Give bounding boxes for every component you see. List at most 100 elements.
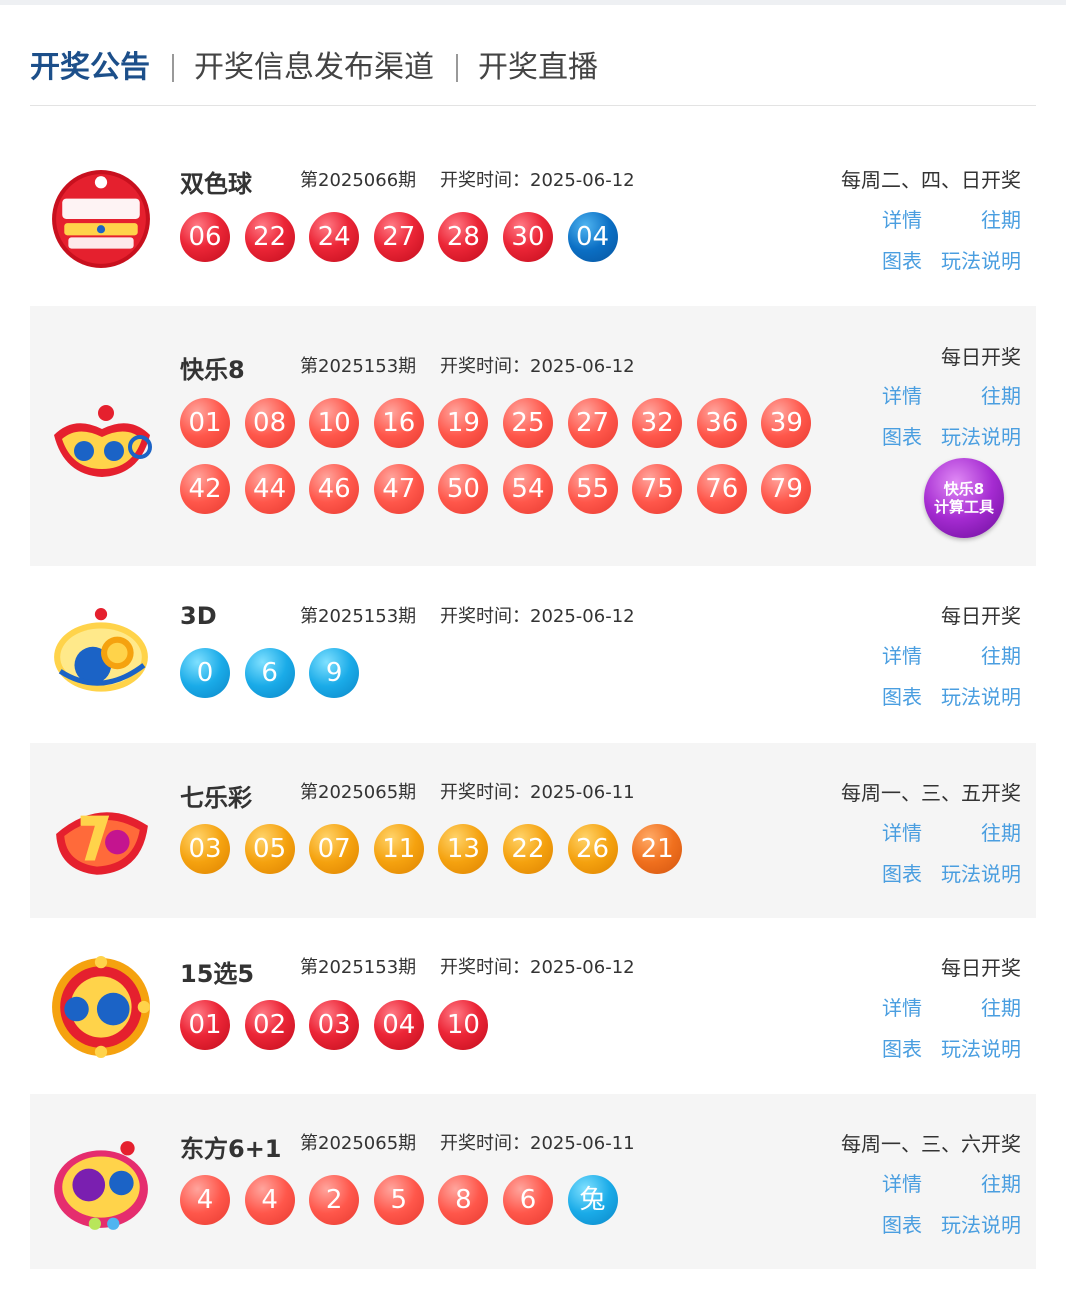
lottery-ball: 04 xyxy=(373,1000,424,1050)
rules-link[interactable]: 玩法说明 xyxy=(941,858,1021,887)
draw-time: 开奖时间：2025-06-12 xyxy=(440,606,635,627)
lottery-ball: 39 xyxy=(761,398,812,448)
detail-link[interactable]: 详情 xyxy=(882,380,922,409)
lottery-ball: 05 xyxy=(244,824,295,874)
lottery-card-15x5: 15选5 第2025153期 开奖时间：2025-06-12 01 02 03 04 1… xyxy=(30,918,1036,1094)
tab-release-channels[interactable]: 开奖信息发布渠道 xyxy=(194,46,434,90)
lottery-ball: 22 xyxy=(502,824,553,874)
lottery-name: 东方6+1 xyxy=(180,1135,282,1163)
history-link[interactable]: 往期 xyxy=(981,640,1021,669)
detail-link[interactable]: 详情 xyxy=(882,640,922,669)
detail-link[interactable]: 详情 xyxy=(882,1168,922,1197)
history-link[interactable]: 往期 xyxy=(981,992,1021,1021)
draw-schedule: 每日开奖 xyxy=(941,956,1021,980)
tab-live-draw[interactable]: 开奖直播 xyxy=(478,46,598,90)
lottery-ball: 4 xyxy=(180,1175,230,1225)
lottery-card-qlc: 七乐彩 第2025065期 开奖时间：2025-06-11 03 05 07 11 13… xyxy=(30,743,1036,918)
lottery-ball: 76 xyxy=(696,464,747,514)
lottery-ball: 19 xyxy=(438,398,489,448)
ball-list: 06 22 24 27 28 30 04 xyxy=(180,212,632,262)
lottery-ball: 55 xyxy=(567,464,618,514)
history-link[interactable]: 往期 xyxy=(981,204,1021,233)
ball-list: 03 05 07 11 13 22 26 21 xyxy=(180,824,697,874)
chart-link[interactable]: 图表 xyxy=(882,421,922,450)
lottery-ball: 2 xyxy=(309,1175,360,1225)
rules-link[interactable]: 玩法说明 xyxy=(941,681,1021,710)
lottery-ball: 42 xyxy=(180,464,230,514)
rules-link[interactable]: 玩法说明 xyxy=(941,245,1021,274)
lottery-name: 快乐8 xyxy=(180,356,245,384)
tab-divider xyxy=(172,54,174,82)
lottery-ball: 13 xyxy=(438,824,489,874)
history-link[interactable]: 往期 xyxy=(981,817,1021,846)
lottery-ball: 6 xyxy=(244,648,295,698)
lottery-name: 3D xyxy=(180,602,217,630)
lottery-ball: 03 xyxy=(180,824,230,874)
lottery-ball: 兔 xyxy=(567,1175,618,1225)
kl8-calculator-button[interactable]: 快乐8 计算工具 xyxy=(924,458,1004,538)
lottery-ball: 08 xyxy=(244,398,295,448)
lottery-ball: 04 xyxy=(567,212,618,262)
lottery-card-df61: 东方6+1 第2025065期 开奖时间：2025-06-11 442586兔 … xyxy=(30,1094,1036,1269)
chart-link[interactable]: 图表 xyxy=(882,681,922,710)
lottery-ball: 10 xyxy=(438,1000,489,1050)
tab-divider xyxy=(456,54,458,82)
tab-draw-announcement[interactable]: 开奖公告 xyxy=(30,46,150,90)
tab-bar: 开奖公告 开奖信息发布渠道 开奖直播 xyxy=(30,46,1036,106)
detail-link[interactable]: 详情 xyxy=(882,992,922,1021)
detail-link[interactable]: 详情 xyxy=(882,204,922,233)
tool-label-line2: 计算工具 xyxy=(933,498,994,516)
lottery-ball: 0 xyxy=(180,648,230,698)
lottery-ball: 4 xyxy=(244,1175,295,1225)
detail-link[interactable]: 详情 xyxy=(882,817,922,846)
lottery-ball: 07 xyxy=(309,824,360,874)
lottery-ball: 44 xyxy=(244,464,295,514)
ball-list: 069 xyxy=(180,648,374,698)
lottery-ball: 9 xyxy=(309,648,360,698)
lottery-ball: 16 xyxy=(373,398,424,448)
rules-link[interactable]: 玩法说明 xyxy=(941,1209,1021,1238)
lottery-ball: 46 xyxy=(309,464,360,514)
df61-logo-icon xyxy=(54,1141,148,1230)
draw-schedule: 每周一、三、六开奖 xyxy=(841,1132,1021,1156)
lottery-ball: 22 xyxy=(244,212,295,262)
lottery-ball: 79 xyxy=(761,464,812,514)
lottery-ball: 8 xyxy=(438,1175,489,1225)
issue-number: 第2025065期 xyxy=(300,1133,417,1154)
chart-link[interactable]: 图表 xyxy=(882,1209,922,1238)
rules-link[interactable]: 玩法说明 xyxy=(941,1033,1021,1062)
draw-time: 开奖时间：2025-06-11 xyxy=(440,782,635,803)
lottery-card-kl8: 快乐8 第2025153期 开奖时间：2025-06-12 01 08 10 16 19… xyxy=(30,306,1036,566)
qlc-logo-icon xyxy=(56,812,148,875)
lottery-ball: 28 xyxy=(438,212,489,262)
lottery-ball: 30 xyxy=(502,212,553,262)
rules-link[interactable]: 玩法说明 xyxy=(941,421,1021,450)
lottery-ball: 25 xyxy=(502,398,553,448)
chart-link[interactable]: 图表 xyxy=(882,1033,922,1062)
draw-schedule: 每日开奖 xyxy=(941,604,1021,628)
lottery-ball: 10 xyxy=(309,398,360,448)
top-strip xyxy=(0,0,1066,5)
draw-schedule: 每周一、三、五开奖 xyxy=(841,781,1021,805)
lottery-ball: 32 xyxy=(632,398,683,448)
history-link[interactable]: 往期 xyxy=(981,1168,1021,1197)
chart-link[interactable]: 图表 xyxy=(882,245,922,274)
issue-number: 第2025153期 xyxy=(300,356,417,377)
lottery-name: 双色球 xyxy=(180,170,252,198)
lottery-ball: 75 xyxy=(632,464,683,514)
draw-schedule: 每周二、四、日开奖 xyxy=(841,168,1021,192)
history-link[interactable]: 往期 xyxy=(981,380,1021,409)
lottery-ball: 21 xyxy=(632,824,683,874)
lottery-ball: 24 xyxy=(309,212,360,262)
15x5-logo-icon xyxy=(52,956,150,1058)
lottery-ball: 03 xyxy=(309,1000,360,1050)
lottery-ball: 6 xyxy=(502,1175,553,1225)
ball-list: 01 08 10 16 19 25 27 32 36 39 42 44 46 47 50 54 55 75 76 7… xyxy=(180,398,826,514)
ssq-logo-icon xyxy=(52,170,150,268)
chart-link[interactable]: 图表 xyxy=(882,858,922,887)
lottery-ball: 54 xyxy=(502,464,553,514)
lottery-name: 15选5 xyxy=(180,960,255,988)
issue-number: 第2025066期 xyxy=(300,170,417,191)
lottery-ball: 11 xyxy=(373,824,424,874)
lottery-ball: 36 xyxy=(696,398,747,448)
